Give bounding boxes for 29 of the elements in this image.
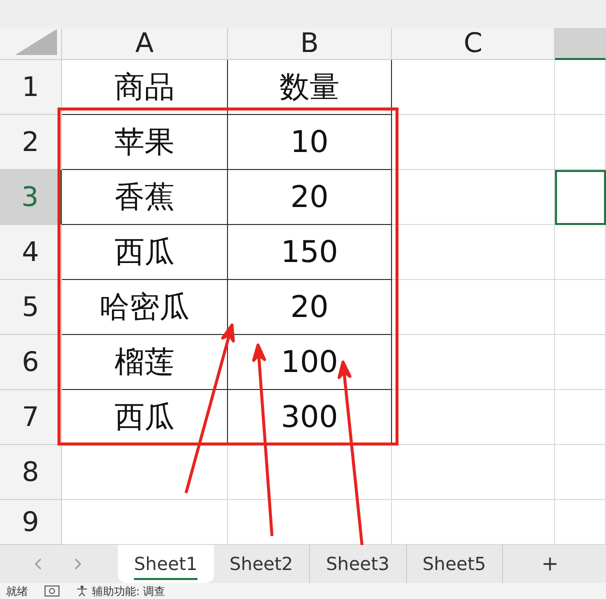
accessibility-icon bbox=[76, 585, 88, 597]
row-header[interactable]: 5 bbox=[0, 280, 62, 335]
row-header[interactable]: 6 bbox=[0, 335, 62, 390]
accessibility-status[interactable]: 辅助功能: 调查 bbox=[92, 584, 166, 598]
table-cell: 哈密瓜 bbox=[62, 280, 228, 335]
row-header[interactable]: 3 bbox=[0, 170, 62, 225]
row-header[interactable]: 2 bbox=[0, 115, 62, 170]
row-header[interactable]: 4 bbox=[0, 225, 62, 280]
table-cell: 150 bbox=[228, 225, 392, 280]
row-header[interactable]: 9 bbox=[0, 500, 62, 545]
table-cell: 数量 bbox=[228, 60, 392, 115]
table-cell: 100 bbox=[228, 335, 392, 390]
column-header[interactable]: A bbox=[62, 28, 228, 60]
display-icon bbox=[44, 585, 60, 597]
column-header[interactable] bbox=[555, 28, 606, 60]
table-cell: 10 bbox=[228, 115, 392, 170]
table-cell: 香蕉 bbox=[62, 170, 228, 225]
column-header[interactable]: C bbox=[392, 28, 555, 60]
table-cell: 商品 bbox=[62, 60, 228, 115]
column-header[interactable]: B bbox=[228, 28, 392, 60]
sheet-tab[interactable]: Sheet1 bbox=[118, 545, 214, 583]
table-cell: 20 bbox=[228, 170, 392, 225]
row-header[interactable]: 7 bbox=[0, 390, 62, 445]
row-header[interactable]: 8 bbox=[0, 445, 62, 500]
status-text: 就绪 bbox=[6, 584, 28, 598]
table-cell: 西瓜 bbox=[62, 225, 228, 280]
table-cell: 苹果 bbox=[62, 115, 228, 170]
selected-cell[interactable] bbox=[555, 170, 606, 225]
row-header[interactable]: 1 bbox=[0, 60, 62, 115]
